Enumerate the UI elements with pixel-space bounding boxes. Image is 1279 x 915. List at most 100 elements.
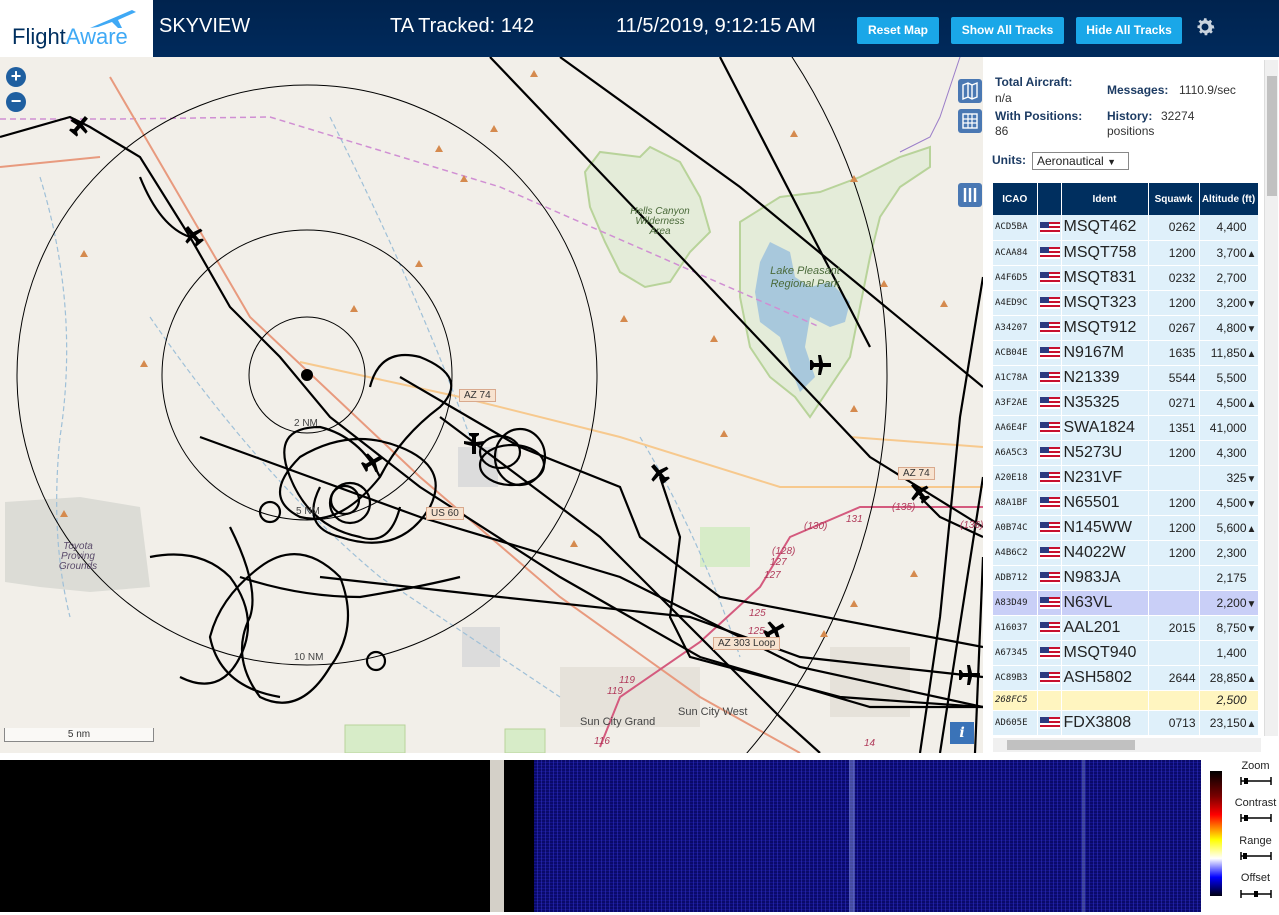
table-row[interactable]: 268FC5 2,500 <box>993 690 1259 711</box>
map-view[interactable]: 2 NM 5 NM 10 NM AZ 74 US 60 AZ 74 AZ 303… <box>0 57 983 753</box>
route-number: 127 <box>770 557 787 568</box>
info-button[interactable]: i <box>950 722 974 744</box>
table-row[interactable]: ACD5BA MSQT462 0262 4,400 <box>993 215 1259 241</box>
column-header-icao[interactable]: ICAO <box>993 183 1038 215</box>
flag-cell <box>1037 415 1062 441</box>
top-bar: FlightAware SKYVIEW TA Tracked: 142 11/5… <box>0 0 1279 57</box>
ident-cell: MSQT831 <box>1061 265 1149 291</box>
column-header-squawk[interactable]: Squawk <box>1148 183 1200 215</box>
table-row[interactable]: A4F6D5 MSQT831 0232 2,700 <box>993 265 1259 291</box>
ident-cell: MSQT323 <box>1061 290 1149 316</box>
scale-bar: 5 nm <box>4 728 154 742</box>
squawk-cell: 5544 <box>1148 365 1200 391</box>
column-header-altitude[interactable]: Altitude (ft) <box>1199 183 1259 215</box>
table-row[interactable]: AD605E FDX3808 0713 23,150▲ <box>993 710 1259 736</box>
gear-icon[interactable] <box>1193 15 1217 39</box>
altitude-value: 2,700 <box>1216 270 1247 285</box>
icao-cell: 268FC5 <box>993 690 1038 711</box>
scrollbar-thumb[interactable] <box>1267 76 1277 196</box>
table-row[interactable]: A6A5C3 N5273U 1200 4,300 <box>993 440 1259 466</box>
table-row[interactable]: A16037 AAL201 2015 8,750▼ <box>993 615 1259 641</box>
ident-cell: FDX3808 <box>1061 710 1149 736</box>
flag-cell <box>1037 710 1062 736</box>
road-badge-az303: AZ 303 Loop <box>713 637 781 650</box>
icao-cell: A0B74C <box>993 515 1038 541</box>
table-row[interactable]: AA6E4F SWA1824 1351 41,000 <box>993 415 1259 441</box>
altitude-trend-icon: ▼ <box>1246 598 1257 610</box>
map-layers-button[interactable] <box>958 79 982 103</box>
table-row[interactable]: ADB712 N983JA 2,175 <box>993 565 1259 591</box>
flag-cell <box>1037 690 1062 711</box>
zoom-out-button[interactable]: − <box>6 92 26 112</box>
zoom-slider[interactable] <box>1240 776 1272 786</box>
us-flag-icon <box>1039 247 1060 260</box>
squawk-cell <box>1148 590 1200 616</box>
panel-divider[interactable] <box>490 760 504 912</box>
flightaware-logo[interactable]: FlightAware <box>0 0 153 57</box>
table-row[interactable]: A3F2AE N35325 0271 4,500▲ <box>993 390 1259 416</box>
waterfall-display[interactable] <box>504 760 1201 912</box>
icao-cell: ACB04E <box>993 340 1038 366</box>
ident-cell: AAL201 <box>1061 615 1149 641</box>
range-label: Range <box>1239 835 1272 847</box>
city-sun-city-grand: Sun City Grand <box>580 716 656 728</box>
zoom-label: Zoom <box>1241 760 1270 772</box>
us-flag-icon <box>1039 717 1060 730</box>
altitude-value: 325 <box>1226 470 1247 485</box>
icao-cell: A83D49 <box>993 590 1038 616</box>
column-header-ident[interactable]: Ident <box>1061 183 1149 215</box>
zoom-in-button[interactable]: + <box>6 67 26 87</box>
table-row[interactable]: ACB04E N9167M 1635 11,850▲ <box>993 340 1259 366</box>
us-flag-icon <box>1039 597 1060 610</box>
table-row[interactable]: A67345 MSQT940 1,400 <box>993 640 1259 666</box>
scrollbar-thumb[interactable] <box>1007 740 1135 750</box>
table-row[interactable]: A20E18 N231VF 325▼ <box>993 465 1259 491</box>
hide-all-tracks-button[interactable]: Hide All Tracks <box>1076 17 1182 44</box>
table-row[interactable]: AC89B3 ASH5802 2644 28,850▲ <box>993 665 1259 691</box>
table-row[interactable]: A83D49 N63VL 2,200▼ <box>993 590 1259 616</box>
squawk-cell <box>1148 640 1200 666</box>
altitude-trend-icon: ▲ <box>1246 348 1257 360</box>
table-row[interactable]: A4ED9C MSQT323 1200 3,200▼ <box>993 290 1259 316</box>
squawk-cell: 0232 <box>1148 265 1200 291</box>
altitude-cell: 8,750▼ <box>1199 615 1259 641</box>
altitude-value: 4,400 <box>1216 220 1247 235</box>
panel-vertical-scrollbar[interactable] <box>1264 60 1278 736</box>
altitude-cell: 2,175 <box>1199 565 1259 591</box>
us-flag-icon <box>1039 372 1060 385</box>
altitude-cell: 4,400 <box>1199 215 1259 241</box>
table-horizontal-scrollbar[interactable] <box>993 738 1261 752</box>
city-sun-city-west: Sun City West <box>678 706 748 718</box>
table-row[interactable]: A1C78A N21339 5544 5,500 <box>993 365 1259 391</box>
flag-cell <box>1037 565 1062 591</box>
toggle-columns-button[interactable] <box>958 183 982 207</box>
flag-cell <box>1037 290 1062 316</box>
flag-cell <box>1037 540 1062 566</box>
contrast-slider[interactable] <box>1240 813 1272 823</box>
altitude-trend-icon: ▼ <box>1246 473 1257 485</box>
table-row[interactable]: A4B6C2 N4022W 1200 2,300 <box>993 540 1259 566</box>
table-row[interactable]: A8A1BF N65501 1200 4,500▼ <box>993 490 1259 516</box>
squawk-cell: 1635 <box>1148 340 1200 366</box>
road-badge-az74: AZ 74 <box>459 389 496 402</box>
range-slider[interactable] <box>1240 851 1272 861</box>
messages-label: Messages: <box>1107 83 1169 97</box>
map-grid-button[interactable] <box>958 109 982 133</box>
column-header-flag[interactable] <box>1037 183 1062 215</box>
show-all-tracks-button[interactable]: Show All Tracks <box>951 17 1064 44</box>
table-row[interactable]: A34207 MSQT912 0267 4,800▼ <box>993 315 1259 341</box>
reset-map-button[interactable]: Reset Map <box>857 17 939 44</box>
units-select[interactable]: Aeronautical ▼ <box>1032 152 1129 170</box>
flag-cell <box>1037 590 1062 616</box>
altitude-value: 11,850 <box>1210 345 1247 360</box>
map-canvas[interactable] <box>0 57 983 753</box>
altitude-value: 41,000 <box>1209 420 1247 435</box>
offset-slider[interactable] <box>1240 889 1272 899</box>
route-number: 125 <box>749 608 766 619</box>
us-flag-icon <box>1039 497 1060 510</box>
flag-cell <box>1037 640 1062 666</box>
flag-cell <box>1037 315 1062 341</box>
table-row[interactable]: A0B74C N145WW 1200 5,600▲ <box>993 515 1259 541</box>
squawk-cell: 1200 <box>1148 440 1200 466</box>
table-row[interactable]: ACAA84 MSQT758 1200 3,700▲ <box>993 240 1259 266</box>
